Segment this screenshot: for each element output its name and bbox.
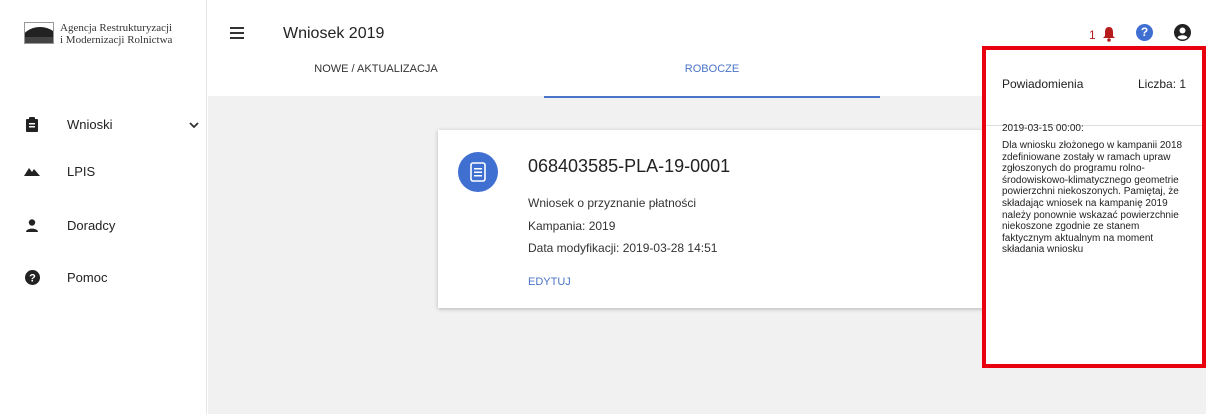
- document-icon: [458, 152, 498, 192]
- tab-nowe-aktualizacja[interactable]: NOWE / AKTUALIZACJA: [208, 63, 544, 75]
- hamburger-menu-icon[interactable]: [230, 27, 244, 39]
- svg-text:?: ?: [29, 272, 36, 284]
- notification-count-badge: 1: [1089, 28, 1096, 42]
- account-circle-icon[interactable]: [1174, 24, 1191, 41]
- application-card: 068403585-PLA-19-0001 Wniosek o przyznan…: [438, 130, 1028, 308]
- clipboard-icon: [24, 116, 40, 132]
- mountains-icon: [24, 163, 40, 179]
- logo-text-line2: i Modernizacji Rolnictwa: [60, 34, 173, 46]
- sidebar-item-pomoc[interactable]: ? Pomoc: [0, 262, 207, 292]
- arimr-logo-icon: [24, 22, 54, 44]
- notification-message[interactable]: Dla wniosku złożonego w kampanii 2018 zd…: [1002, 140, 1192, 256]
- notifications-count: Liczba: 1: [1138, 77, 1187, 91]
- page-title: Wniosek 2019: [283, 25, 385, 42]
- sidebar-item-label: LPIS: [67, 163, 96, 179]
- bell-icon[interactable]: [1102, 26, 1116, 42]
- sidebar-item-label: Doradcy: [67, 217, 116, 233]
- notification-date: 2019-03-15 00:00:: [1002, 123, 1084, 134]
- chevron-down-icon[interactable]: [188, 118, 200, 130]
- sidebar-item-doradcy[interactable]: Doradcy: [0, 210, 207, 240]
- application-campaign: Kampania: 2019: [528, 219, 616, 233]
- help-icon[interactable]: ?: [1136, 24, 1153, 41]
- notifications-header: Powiadomienia Liczba: 1: [986, 50, 1202, 126]
- sidebar: Agencja Restrukturyzacji i Modernizacji …: [0, 0, 207, 414]
- application-description: Wniosek o przyznanie płatności: [528, 196, 697, 210]
- application-modified-date: Data modyfikacji: 2019-03-28 14:51: [528, 241, 718, 255]
- notifications-title: Powiadomienia: [1002, 77, 1084, 91]
- application-id: 068403585-PLA-19-0001: [528, 156, 731, 176]
- arimr-logo[interactable]: Agencja Restrukturyzacji i Modernizacji …: [24, 22, 172, 46]
- sidebar-item-wnioski[interactable]: Wnioski: [0, 109, 207, 139]
- help-circle-icon: ?: [24, 269, 40, 285]
- sidebar-item-lpis[interactable]: LPIS: [0, 156, 207, 186]
- logo-text-line1: Agencja Restrukturyzacji: [60, 22, 173, 34]
- notifications-panel: Powiadomienia Liczba: 1 2019-03-15 00:00…: [982, 46, 1206, 368]
- tab-robocze[interactable]: ROBOCZE: [544, 63, 880, 75]
- sidebar-item-label: Pomoc: [67, 269, 108, 285]
- edit-button[interactable]: EDYTUJ: [528, 276, 571, 288]
- person-icon: [24, 217, 40, 233]
- active-tab-indicator: [544, 96, 880, 98]
- sidebar-item-label: Wnioski: [67, 116, 113, 132]
